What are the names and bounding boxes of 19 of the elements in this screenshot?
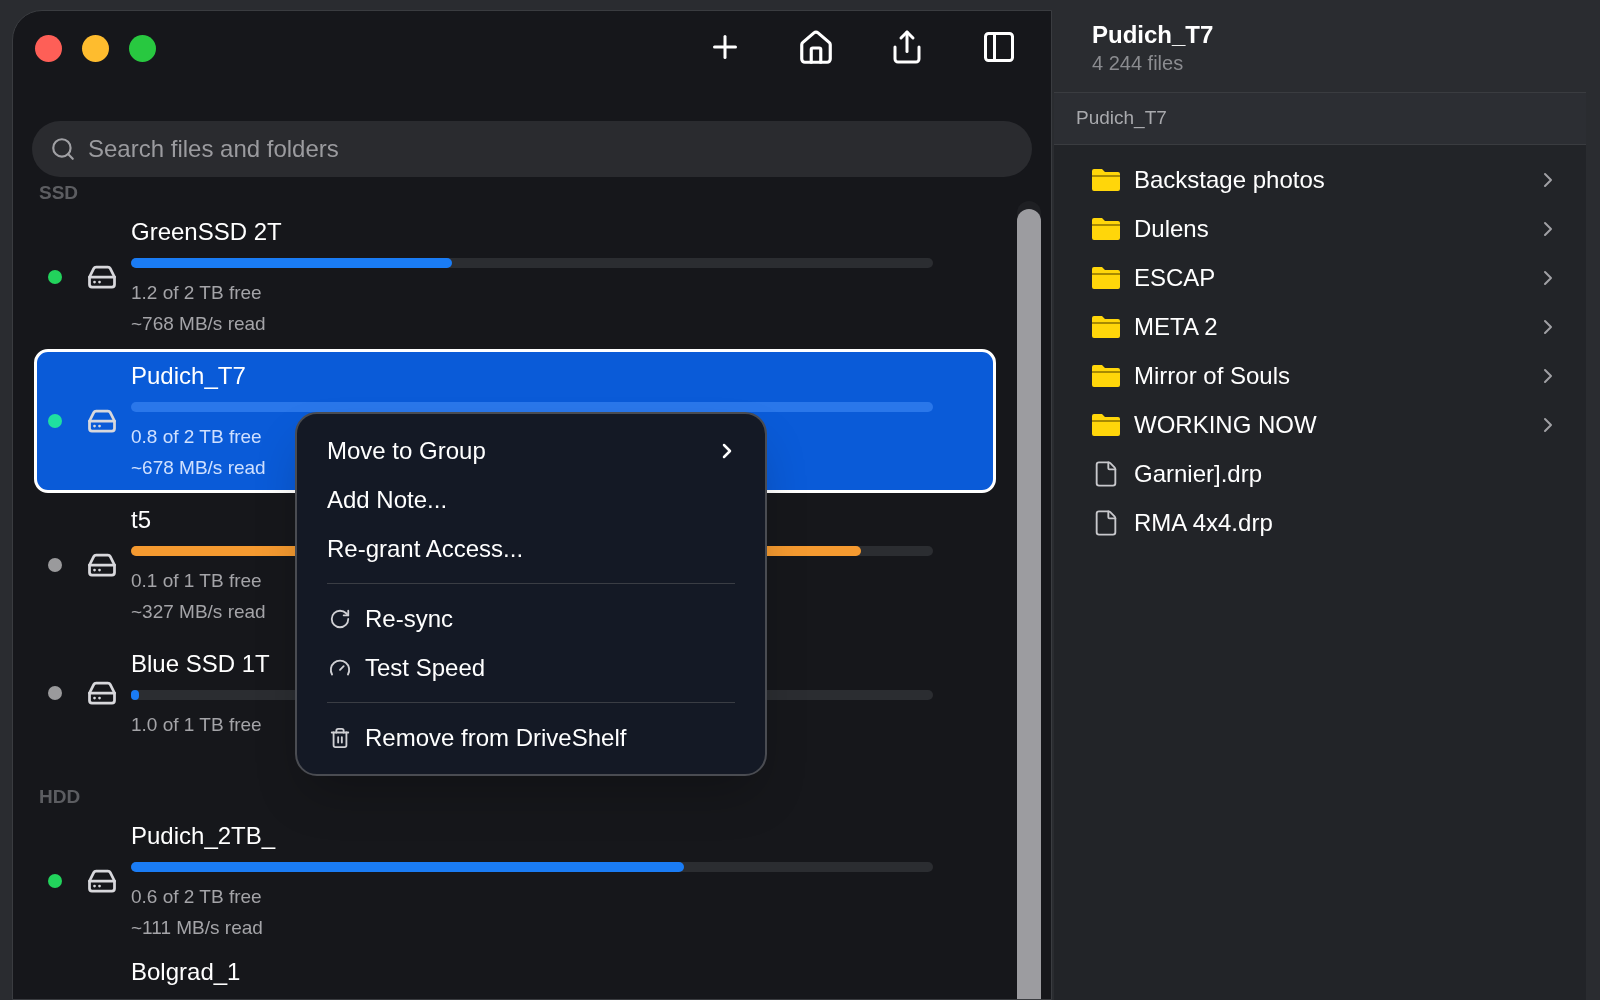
read-speed: ~111 MB/s read	[131, 916, 263, 940]
panel-title: Pudich_T7	[1092, 20, 1215, 50]
read-speed: ~678 MB/s read	[131, 456, 266, 480]
drive-name: t5	[131, 505, 151, 535]
free-space: 0.6 of 2 TB free	[131, 885, 262, 909]
file-count: 4 244 files	[1092, 51, 1185, 76]
drive-name: Pudich_2TB_	[131, 821, 276, 851]
section-header: SSD	[38, 181, 80, 205]
drive-name: GreenSSD 2T	[131, 217, 282, 247]
read-speed: ~327 MB/s read	[131, 600, 266, 624]
free-space: 0.1 of 1 TB free	[131, 569, 262, 593]
section-header: HDD	[38, 785, 82, 809]
drive-name: Pudich_T7	[131, 361, 246, 391]
free-space: 0.8 of 2 TB free	[131, 425, 262, 449]
free-space: 1.0 of 1 TB free	[131, 713, 262, 737]
drive-name: Bolgrad_1	[131, 957, 241, 987]
free-space: 1.2 of 2 TB free	[131, 281, 262, 305]
drive-name: Blue SSD 1T	[131, 649, 270, 679]
read-speed: ~768 MB/s read	[131, 312, 266, 336]
